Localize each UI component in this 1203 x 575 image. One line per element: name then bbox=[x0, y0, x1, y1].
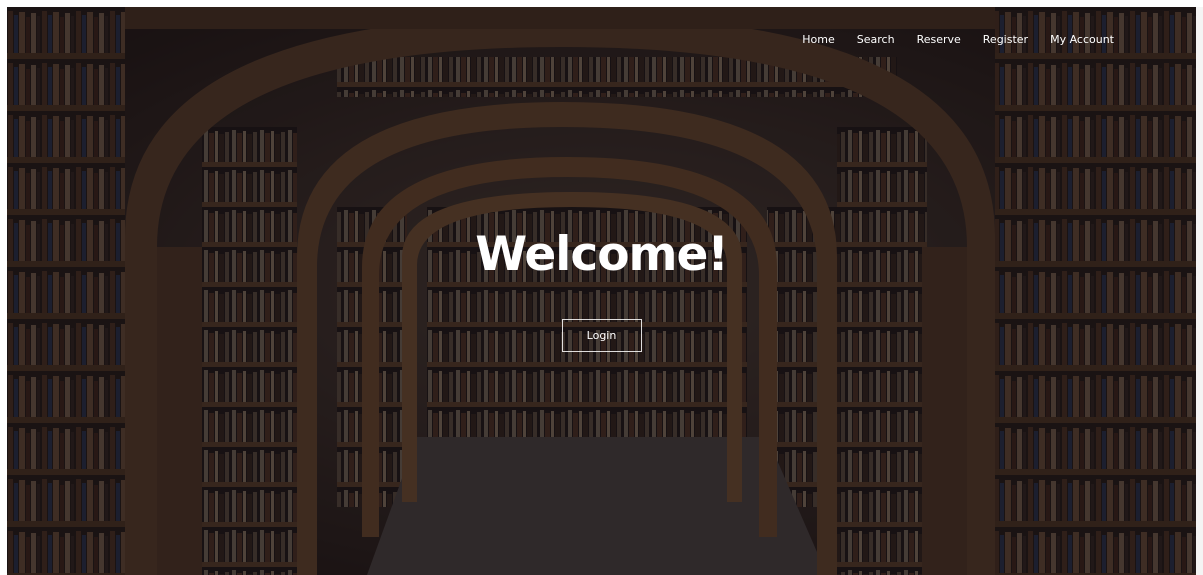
nav-search-link[interactable]: Search bbox=[846, 33, 906, 46]
nav-reserve-link[interactable]: Reserve bbox=[906, 33, 972, 46]
nav-home-link[interactable]: Home bbox=[791, 33, 845, 46]
top-nav: Home Search Reserve Register My Account bbox=[791, 33, 1125, 46]
login-button[interactable]: Login bbox=[561, 319, 642, 352]
nav-register-link[interactable]: Register bbox=[972, 33, 1039, 46]
scrollbar-track[interactable] bbox=[1196, 7, 1203, 575]
nav-my-account-link[interactable]: My Account bbox=[1039, 33, 1125, 46]
welcome-heading: Welcome! bbox=[475, 227, 729, 282]
hero-section: Welcome! Login bbox=[0, 224, 1203, 352]
